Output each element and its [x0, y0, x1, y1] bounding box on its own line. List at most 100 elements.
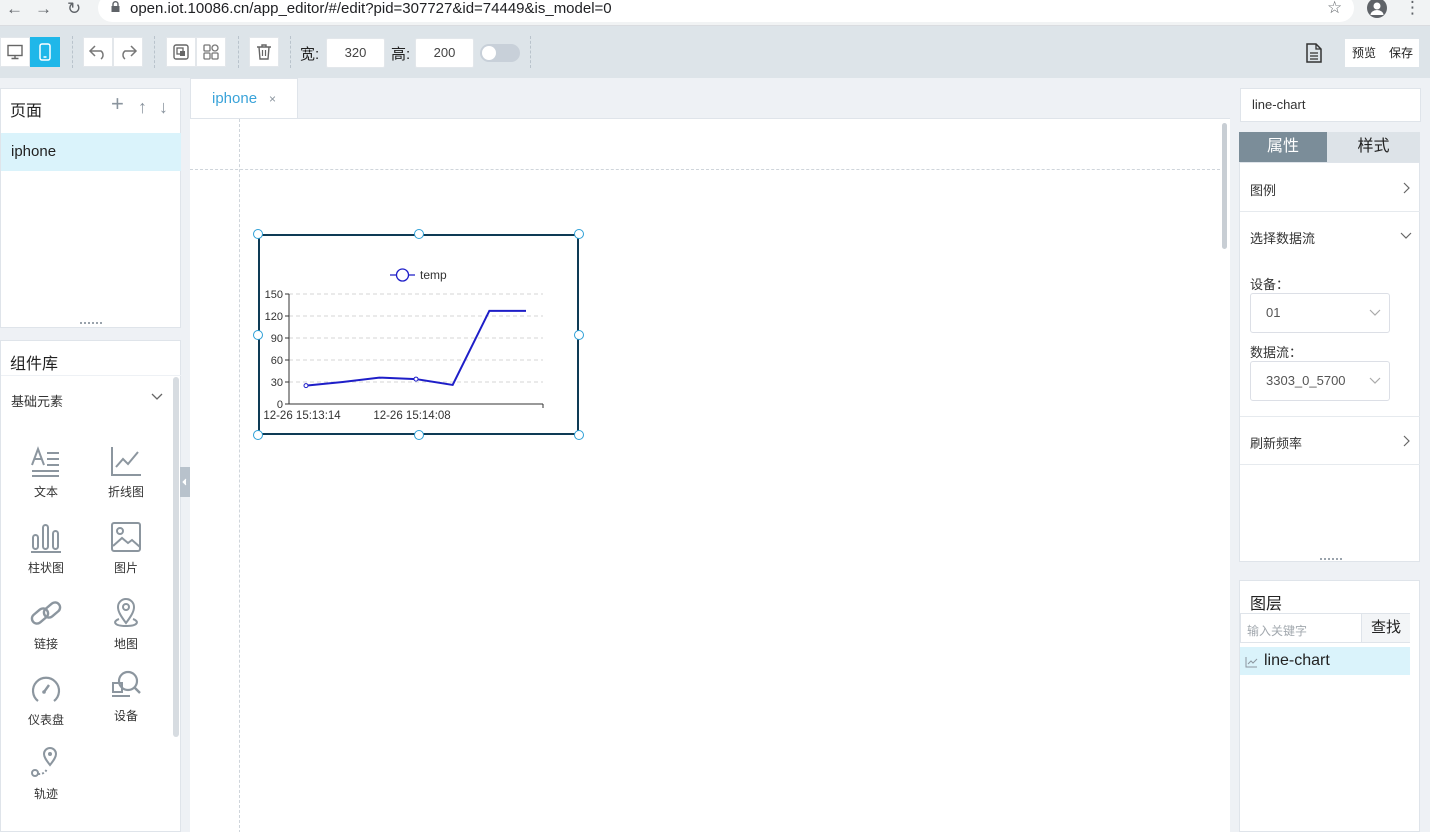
- back-icon[interactable]: ←: [6, 0, 23, 18]
- redo-button[interactable]: [113, 37, 143, 67]
- document-icon[interactable]: [1305, 43, 1323, 63]
- layer-item-line-chart[interactable]: line-chart: [1240, 647, 1410, 675]
- resize-grip[interactable]: [1320, 558, 1342, 560]
- guide-line-horizontal: [190, 169, 1220, 170]
- component-library: 组件库 基础元素 文本 折线图 柱状图 图片 链接 地图 仪表盘 设备 轨迹: [0, 340, 181, 832]
- canvas-scrollbar[interactable]: [1222, 123, 1227, 249]
- lock-icon: [111, 1, 120, 12]
- component-map[interactable]: 地图: [91, 597, 161, 652]
- resize-handle-bottom[interactable]: [414, 430, 424, 440]
- canvas-toggle[interactable]: [480, 44, 520, 62]
- mobile-view-button[interactable]: [30, 37, 60, 67]
- resize-handle-top[interactable]: [414, 229, 424, 239]
- resize-handle-top-right[interactable]: [574, 229, 584, 239]
- y-tick-label: 120: [265, 311, 283, 323]
- forward-icon[interactable]: →: [35, 0, 52, 18]
- refresh-rate-row[interactable]: 刷新频率: [1240, 433, 1420, 452]
- desktop-view-button[interactable]: [0, 37, 30, 67]
- bar-chart-icon: [31, 524, 61, 553]
- device-select[interactable]: 01: [1250, 293, 1390, 333]
- resize-handle-right[interactable]: [574, 330, 584, 340]
- component-text[interactable]: 文本: [11, 445, 81, 500]
- move-up-icon[interactable]: ↑: [138, 98, 147, 116]
- width-input[interactable]: 320: [326, 38, 385, 68]
- undo-button[interactable]: [83, 37, 113, 67]
- url-text[interactable]: open.iot.10086.cn/app_editor/#/edit?pid=…: [130, 0, 612, 18]
- redo-icon: [122, 45, 138, 60]
- data-point: [303, 383, 309, 389]
- close-icon[interactable]: ×: [269, 79, 276, 119]
- reload-icon[interactable]: ↻: [67, 0, 81, 18]
- pages-title: 页面: [10, 103, 43, 120]
- library-title: 组件库: [10, 356, 59, 373]
- page-item-iphone[interactable]: iphone: [1, 133, 181, 171]
- preview-button[interactable]: 预览: [1345, 39, 1383, 67]
- delete-button[interactable]: [249, 37, 279, 67]
- y-tick-label: 90: [271, 333, 283, 345]
- resize-handle-bottom-left[interactable]: [253, 430, 263, 440]
- desktop-icon: [7, 44, 23, 60]
- stream-select[interactable]: 3303_0_5700: [1250, 361, 1390, 401]
- copy-icon: [173, 44, 189, 60]
- line-chart-icon: [111, 447, 141, 476]
- layer-search-input[interactable]: 输入关键字: [1247, 622, 1307, 639]
- component-line-chart[interactable]: 折线图: [91, 445, 161, 500]
- component-device[interactable]: 设备: [91, 669, 161, 724]
- chevron-down-icon[interactable]: [1400, 232, 1412, 240]
- right-panel: line-chart 属性 样式 图例 选择数据流 设备： 01 数据流： 33…: [1230, 78, 1430, 832]
- data-point: [413, 376, 419, 382]
- tab-styles[interactable]: 样式: [1327, 132, 1420, 162]
- mobile-icon: [39, 43, 51, 61]
- tab-properties[interactable]: 属性: [1239, 132, 1327, 162]
- browser-menu-icon[interactable]: ⋮: [1404, 0, 1421, 17]
- basic-elements-toggle[interactable]: 基础元素: [11, 391, 63, 410]
- design-canvas[interactable]: 0 30 60 90 120 150 12-26 15:13:14 12-26 15:14:0…: [190, 118, 1230, 832]
- toolbar-divider: [530, 36, 531, 68]
- component-bar-chart[interactable]: 柱状图: [11, 521, 81, 576]
- component-image[interactable]: 图片: [91, 521, 161, 576]
- component-track[interactable]: 轨迹: [11, 747, 81, 802]
- toolbar-divider: [72, 36, 73, 68]
- text-icon: [31, 446, 59, 477]
- collapse-left-panel-handle[interactable]: [180, 467, 190, 497]
- chevron-down-icon[interactable]: [151, 393, 163, 401]
- group-button[interactable]: [196, 37, 226, 67]
- toolbar-divider: [154, 36, 155, 68]
- save-button[interactable]: 保存: [1383, 39, 1419, 67]
- chevron-right-icon[interactable]: [1402, 182, 1410, 194]
- height-label: 高:: [391, 46, 411, 63]
- component-label: 轨迹: [33, 787, 58, 801]
- profile-avatar-icon[interactable]: [1367, 0, 1387, 18]
- tab-label: iphone: [212, 90, 258, 107]
- resize-handle-top-left[interactable]: [253, 229, 263, 239]
- layers-panel: 图层 输入关键字 查找 line-chart: [1239, 580, 1420, 832]
- y-tick-label: 150: [265, 289, 283, 301]
- add-page-icon[interactable]: +: [111, 93, 124, 115]
- move-down-icon[interactable]: ↓: [159, 98, 168, 116]
- datastream-row[interactable]: 选择数据流: [1240, 228, 1420, 247]
- copy-button[interactable]: [166, 37, 196, 67]
- layer-search-button[interactable]: 查找: [1361, 614, 1410, 642]
- divider: [1, 375, 181, 376]
- height-input[interactable]: 200: [415, 38, 474, 68]
- component-link[interactable]: 链接: [11, 597, 81, 652]
- component-label: 地图: [113, 637, 138, 651]
- line-chart-widget[interactable]: 0 30 60 90 120 150 12-26 15:13:14 12-26 15:14:0…: [258, 234, 579, 435]
- component-gauge[interactable]: 仪表盘: [11, 673, 81, 728]
- resize-handle-left[interactable]: [253, 330, 263, 340]
- resize-handle-bottom-right[interactable]: [574, 430, 584, 440]
- component-label: 柱状图: [27, 561, 64, 575]
- resize-grip[interactable]: [80, 322, 102, 324]
- editor-tabbar: iphone ×: [190, 78, 1230, 119]
- component-name-input[interactable]: line-chart: [1240, 88, 1421, 122]
- bookmark-star-icon[interactable]: ☆: [1327, 0, 1342, 17]
- y-tick-label: 60: [271, 355, 283, 367]
- legend-marker: [395, 268, 410, 282]
- chevron-right-icon[interactable]: [1402, 435, 1410, 447]
- tab-iphone[interactable]: iphone ×: [190, 78, 298, 119]
- legend-row[interactable]: 图例: [1240, 180, 1420, 199]
- left-panel: 页面 + ↑ ↓ iphone 组件库 基础元素 文本 折线图 柱状图 图片 链…: [0, 78, 181, 832]
- library-scrollbar[interactable]: [173, 377, 179, 737]
- editor-toolbar: 宽: 320 高: 200 预览 保存: [0, 26, 1430, 78]
- component-label: 设备: [113, 709, 138, 723]
